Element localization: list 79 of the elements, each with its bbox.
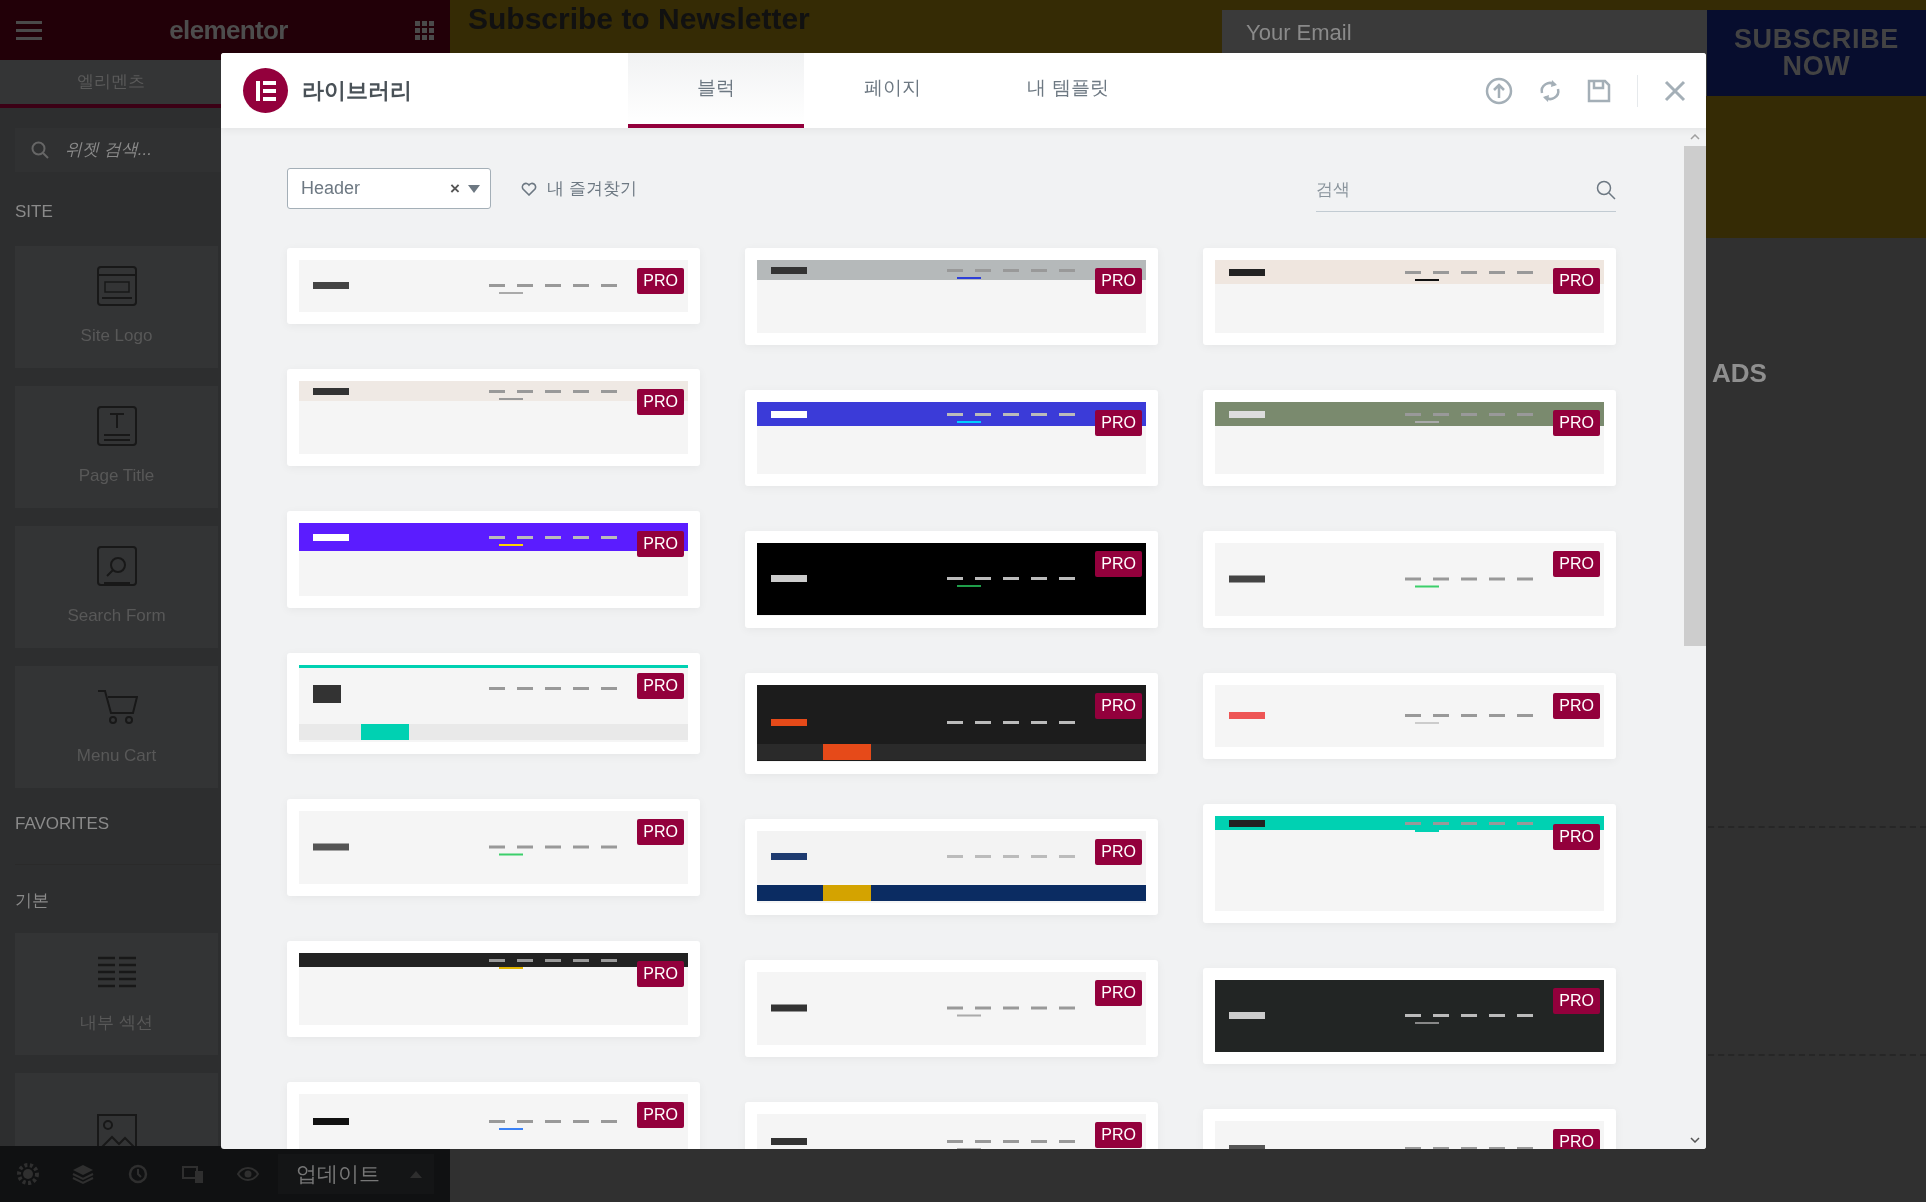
scroll-thumb[interactable] xyxy=(1684,146,1706,646)
template-card[interactable]: PRO xyxy=(745,248,1158,345)
logo-window-icon xyxy=(95,265,138,308)
pro-badge: PRO xyxy=(1095,268,1142,294)
settings-icon[interactable] xyxy=(16,1163,39,1185)
pro-badge: PRO xyxy=(1553,268,1600,294)
search-window-icon xyxy=(95,545,138,588)
caret-down-icon xyxy=(468,184,480,193)
search-icon xyxy=(31,141,49,159)
pro-badge: PRO xyxy=(1095,839,1142,865)
pro-badge: PRO xyxy=(1095,980,1142,1006)
template-card[interactable]: PRO xyxy=(745,819,1158,915)
favorites-toggle[interactable]: 내 즐겨찾기 xyxy=(521,168,637,209)
pro-badge: PRO xyxy=(1553,410,1600,436)
library-tab[interactable]: 블럭 xyxy=(628,53,804,128)
section-title: FAVORITES xyxy=(15,814,110,834)
scroll-down-icon[interactable] xyxy=(1690,1137,1700,1143)
pro-badge: PRO xyxy=(1553,824,1600,850)
pro-badge: PRO xyxy=(1095,551,1142,577)
search-icon xyxy=(1596,180,1616,200)
scroll-up-icon[interactable] xyxy=(1690,134,1700,140)
pro-badge: PRO xyxy=(1553,551,1600,577)
pro-badge: PRO xyxy=(637,673,684,699)
template-card[interactable]: PRO xyxy=(1203,673,1616,759)
pro-badge: PRO xyxy=(1095,1122,1142,1148)
template-card[interactable]: PRO xyxy=(1203,390,1616,486)
library-tab[interactable]: 페이지 xyxy=(804,53,980,128)
pro-badge: PRO xyxy=(637,1102,684,1128)
template-card[interactable]: PRO xyxy=(1203,968,1616,1064)
select-value: Header xyxy=(301,177,361,200)
template-card[interactable]: PRO xyxy=(745,390,1158,486)
pro-badge: PRO xyxy=(637,531,684,557)
pro-badge: PRO xyxy=(637,389,684,415)
logo-text: elementor xyxy=(169,13,288,47)
template-search-field[interactable]: 검색 xyxy=(1316,168,1616,212)
template-card[interactable]: PRO xyxy=(1203,531,1616,628)
template-card[interactable]: PRO xyxy=(287,248,700,324)
pro-badge: PRO xyxy=(637,268,684,294)
section-title: SITE xyxy=(15,202,53,222)
layers-icon[interactable] xyxy=(71,1163,94,1185)
library-tab[interactable]: 내 템플릿 xyxy=(980,53,1156,128)
template-card[interactable]: PRO xyxy=(287,653,700,754)
category-select[interactable]: Header × xyxy=(287,168,491,209)
template-card[interactable]: PRO xyxy=(1203,804,1616,923)
template-card[interactable]: PRO xyxy=(287,511,700,608)
close-icon[interactable] xyxy=(1664,79,1686,102)
e-icon xyxy=(255,80,276,101)
devices-icon[interactable] xyxy=(181,1163,204,1185)
upload-icon[interactable] xyxy=(1485,76,1513,105)
template-card[interactable]: PRO xyxy=(745,673,1158,774)
pro-badge: PRO xyxy=(1553,693,1600,719)
expand-button[interactable] xyxy=(398,1154,434,1194)
pro-badge: PRO xyxy=(1553,988,1600,1014)
dialog-title: 라이브러리 xyxy=(302,77,412,105)
pro-badge: PRO xyxy=(1095,410,1142,436)
history-icon[interactable] xyxy=(126,1163,149,1185)
heart-icon xyxy=(521,181,537,196)
section-title: 기본 xyxy=(15,891,49,911)
template-card[interactable]: PRO xyxy=(1203,248,1616,345)
template-card[interactable]: PRO xyxy=(287,369,700,466)
caret-up-icon xyxy=(410,1170,422,1178)
menu-icon[interactable] xyxy=(16,20,42,40)
text-window-icon xyxy=(95,405,138,448)
template-card[interactable]: PRO xyxy=(287,941,700,1037)
template-card[interactable]: PRO xyxy=(287,799,700,896)
template-card[interactable]: PRO xyxy=(745,1102,1158,1149)
template-card[interactable]: PRO xyxy=(287,1082,700,1149)
pro-badge: PRO xyxy=(1095,693,1142,719)
template-card[interactable]: PRO xyxy=(745,531,1158,628)
template-card[interactable]: PRO xyxy=(1203,1109,1616,1149)
section-heading: ADS xyxy=(1712,360,1767,386)
update-button[interactable]: 업데이트 xyxy=(278,1154,398,1194)
clear-button[interactable]: × xyxy=(450,175,460,202)
pro-badge: PRO xyxy=(637,961,684,987)
pro-badge: PRO xyxy=(1553,1129,1600,1149)
apps-grid-icon[interactable] xyxy=(415,20,434,40)
save-icon[interactable] xyxy=(1587,78,1611,103)
template-card[interactable]: PRO xyxy=(745,960,1158,1057)
pro-badge: PRO xyxy=(637,819,684,845)
